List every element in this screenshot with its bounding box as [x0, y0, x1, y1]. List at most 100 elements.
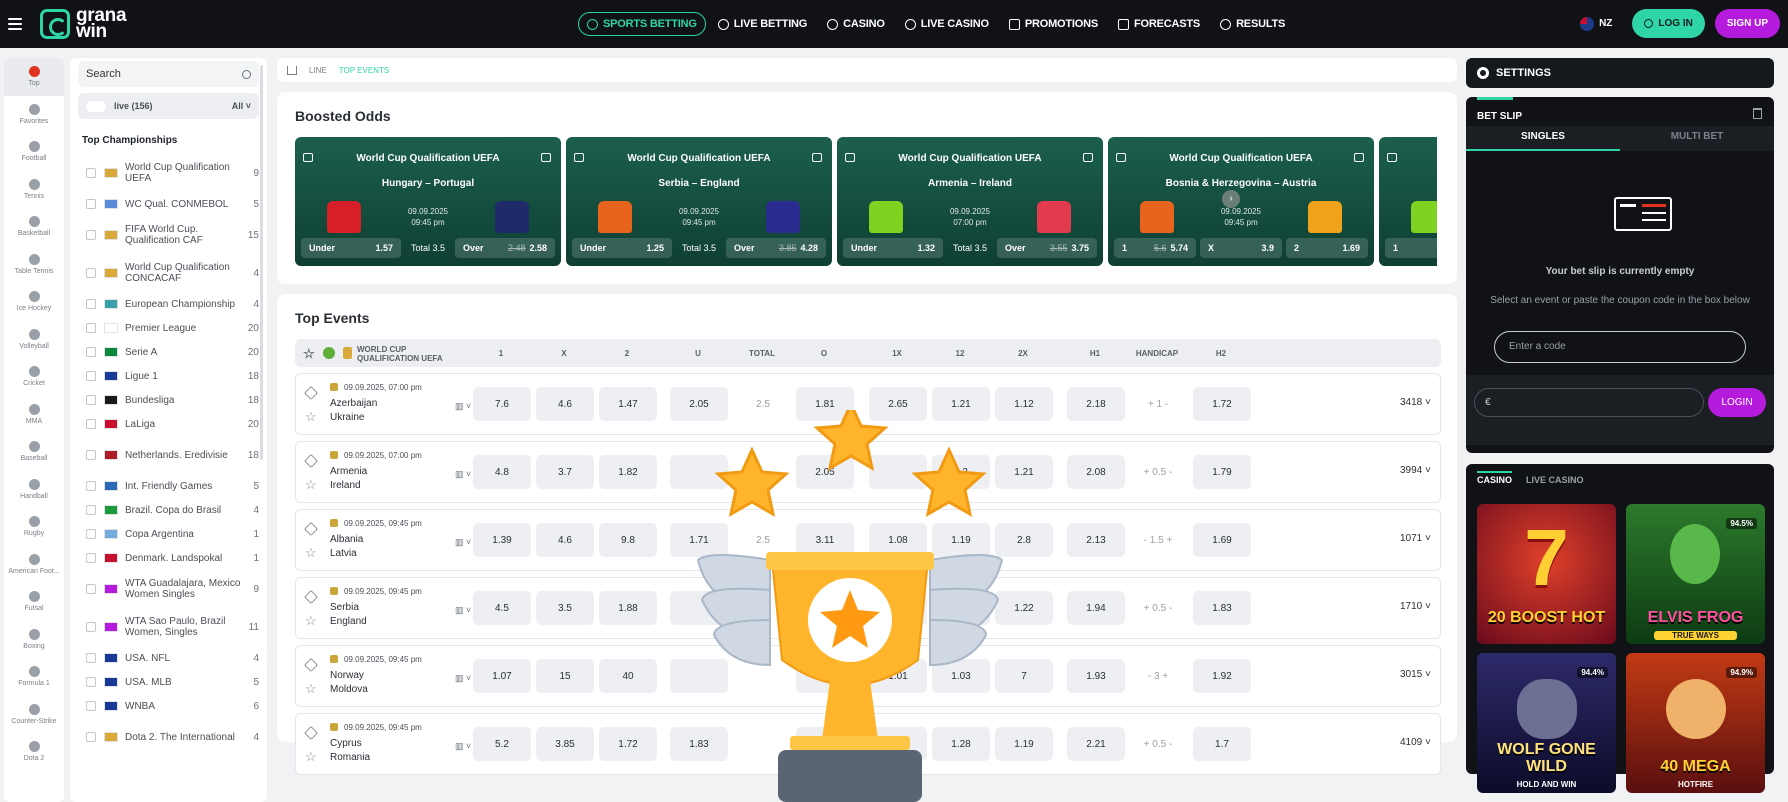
pin-icon[interactable] [303, 453, 319, 469]
odd-button[interactable]: 1.69 [1193, 523, 1251, 557]
filter-dropdown[interactable]: All ˅ [232, 101, 251, 111]
live-toggle[interactable] [86, 100, 106, 112]
stats-icon[interactable]: ▥ ˅ [455, 401, 471, 412]
league-checkbox[interactable] [86, 701, 96, 711]
odd-button[interactable]: 15 [536, 659, 594, 693]
boosted-odds-card[interactable]: World Cup Qualification UEFA Bosnia & Her… [1108, 137, 1374, 266]
sidebar-league-item[interactable]: World Cup Qualification CONCACAF 4 [70, 254, 267, 292]
league-checkbox[interactable] [86, 584, 96, 594]
rail-item[interactable]: Counter-Strike [4, 696, 64, 734]
sidebar-league-item[interactable]: FIFA World Cup. Qualification CAF 15 [70, 216, 267, 254]
nav-casino[interactable]: CASINO [819, 12, 893, 36]
odd-button[interactable]: 1.79 [1193, 455, 1251, 489]
menu-icon[interactable] [8, 18, 22, 30]
boosted-odd-button[interactable]: 2 1.69 [1286, 238, 1368, 258]
login-button[interactable]: LOG IN [1632, 9, 1705, 38]
rail-item[interactable]: Top [4, 58, 64, 96]
odd-button[interactable]: 3.5 [536, 591, 594, 625]
carousel-next-button[interactable]: › [1222, 190, 1240, 208]
rail-item[interactable]: Boxing [4, 621, 64, 659]
tab-casino[interactable]: CASINO [1477, 471, 1513, 485]
odd-button[interactable]: 1.88 [599, 591, 657, 625]
odd-button[interactable]: 4.5 [473, 591, 531, 625]
boosted-odd-button[interactable]: Over 3.85 4.28 [726, 238, 826, 258]
language-selector[interactable]: NZ [1580, 16, 1612, 31]
game-tile[interactable]: 7 20 BOOST HOT [1477, 504, 1616, 644]
stake-input[interactable]: € [1474, 388, 1704, 417]
stats-icon[interactable]: ▥ ˅ [455, 605, 471, 616]
sidebar-league-item[interactable]: Bundesliga 18 [70, 388, 267, 412]
stats-icon[interactable] [1083, 153, 1093, 162]
star-icon[interactable]: ☆ [305, 750, 317, 763]
odd-button[interactable]: 1.7 [1193, 727, 1251, 761]
league-checkbox[interactable] [86, 677, 96, 687]
odd-button[interactable]: 2.13 [1067, 523, 1125, 557]
sidebar-league-item[interactable]: Dota 2. The International 4 [70, 718, 267, 756]
rail-item[interactable]: Table Tennis [4, 246, 64, 284]
rail-item[interactable]: Handball [4, 471, 64, 509]
odd-button[interactable]: 1.47 [599, 387, 657, 421]
sidebar-league-item[interactable]: Brazil. Copa do Brasil 4 [70, 498, 267, 522]
sidebar-league-item[interactable]: Copa Argentina 1 [70, 522, 267, 546]
league-checkbox[interactable] [86, 268, 96, 278]
odd-button[interactable]: 9.8 [599, 523, 657, 557]
boosted-odd-button[interactable]: X 3.9 [1200, 238, 1282, 258]
boosted-odd-button[interactable]: Under 1.57 [301, 238, 401, 258]
rail-item[interactable]: Cricket [4, 358, 64, 396]
trash-icon[interactable] [1753, 108, 1762, 119]
stats-icon[interactable] [541, 153, 551, 162]
sidebar-league-item[interactable]: WC Qual. CONMEBOL 5 [70, 192, 267, 216]
breadcrumb-line[interactable]: LINE [309, 66, 327, 75]
rail-item[interactable]: MMA [4, 396, 64, 434]
league-checkbox[interactable] [86, 529, 96, 539]
boosted-odds-card[interactable]: 13.453 [1379, 137, 1437, 266]
odd-button[interactable]: 2.08 [1067, 455, 1125, 489]
league-checkbox[interactable] [86, 299, 96, 309]
rail-item[interactable]: Futsal [4, 583, 64, 621]
stats-icon[interactable]: ▥ ˅ [455, 469, 471, 480]
odd-button[interactable]: 2.21 [1067, 727, 1125, 761]
boosted-odd-button[interactable]: Over 2.48 2.58 [455, 238, 555, 258]
nav-live-betting[interactable]: LIVE BETTING [710, 12, 815, 36]
nav-sports-betting[interactable]: SPORTS BETTING [578, 12, 706, 36]
rail-item[interactable]: Dota 2 [4, 733, 64, 771]
sidebar-scrollbar[interactable] [260, 65, 263, 460]
star-icon[interactable]: ☆ [305, 410, 317, 423]
sidebar-league-item[interactable]: European Championship 4 [70, 292, 267, 316]
odd-button[interactable]: 1.82 [599, 455, 657, 489]
sidebar-league-item[interactable]: WTA Guadalajara, Mexico Women Singles 9 [70, 570, 267, 608]
odd-button[interactable]: 1.83 [1193, 591, 1251, 625]
pin-icon[interactable] [303, 521, 319, 537]
sidebar-league-item[interactable]: Serie A 20 [70, 340, 267, 364]
odd-button[interactable]: 4.8 [473, 455, 531, 489]
league-checkbox[interactable] [86, 371, 96, 381]
game-tile[interactable]: 94.5% ELVIS FROG TRUE WAYS [1626, 504, 1765, 644]
league-checkbox[interactable] [86, 622, 96, 632]
sidebar-league-item[interactable]: USA. MLB 5 [70, 670, 267, 694]
sidebar-league-item[interactable]: USA. NFL 4 [70, 646, 267, 670]
rail-item[interactable]: Tennis [4, 171, 64, 209]
odd-button[interactable]: 3.85 [536, 727, 594, 761]
league-checkbox[interactable] [86, 395, 96, 405]
league-checkbox[interactable] [86, 732, 96, 742]
odd-button[interactable]: 1.72 [1193, 387, 1251, 421]
odd-button[interactable]: 1.93 [1067, 659, 1125, 693]
signup-button[interactable]: SIGN UP [1714, 9, 1780, 38]
rail-item[interactable]: American Foot... [4, 546, 64, 584]
league-checkbox[interactable] [86, 481, 96, 491]
boosted-odd-button[interactable]: Over 3.55 3.75 [997, 238, 1097, 258]
sidebar-league-item[interactable]: World Cup Qualification UEFA 9 [70, 154, 267, 192]
star-icon[interactable]: ☆ [305, 478, 317, 491]
odd-button[interactable]: 1.94 [1067, 591, 1125, 625]
pin-icon[interactable] [303, 657, 319, 673]
coupon-code-input[interactable]: Enter a code [1494, 331, 1746, 363]
search-input[interactable]: Search [78, 61, 259, 87]
league-checkbox[interactable] [86, 347, 96, 357]
odd-button[interactable]: 40 [599, 659, 657, 693]
odd-button[interactable]: 3.7 [536, 455, 594, 489]
boosted-odd-button[interactable]: Under 1.32 [843, 238, 943, 258]
stats-icon[interactable]: ▥ ˅ [455, 741, 471, 752]
pin-icon[interactable] [303, 589, 319, 605]
boosted-odd-button[interactable]: Under 1.25 [572, 238, 672, 258]
boosted-odd-button[interactable]: 1 5.6 5.74 [1114, 238, 1196, 258]
